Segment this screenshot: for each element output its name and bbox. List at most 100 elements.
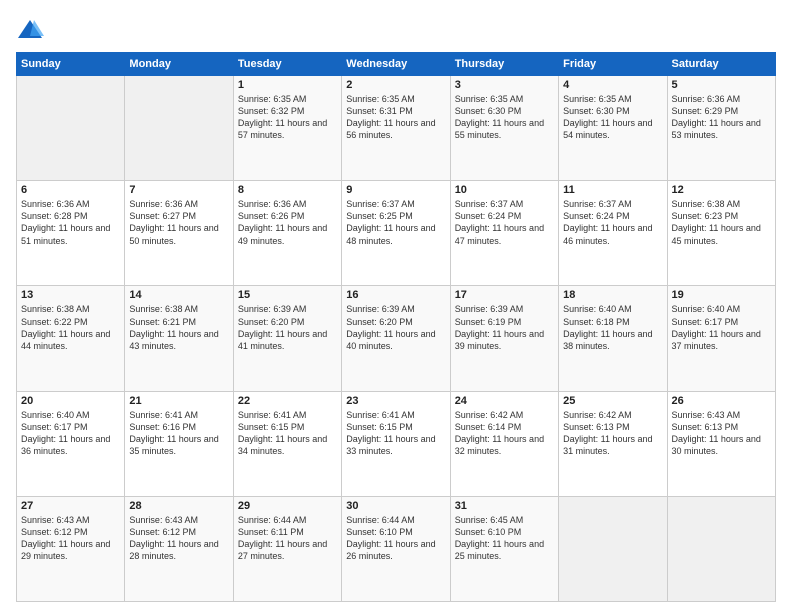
week-row-4: 20 Sunrise: 6:40 AMSunset: 6:17 PMDayligh… bbox=[17, 391, 776, 496]
day-cell: 22 Sunrise: 6:41 AMSunset: 6:15 PMDayligh… bbox=[233, 391, 341, 496]
day-cell bbox=[17, 76, 125, 181]
day-info: Sunrise: 6:36 AMSunset: 6:29 PMDaylight:… bbox=[672, 93, 771, 142]
day-cell: 1 Sunrise: 6:35 AMSunset: 6:32 PMDaylight… bbox=[233, 76, 341, 181]
day-number: 31 bbox=[455, 500, 554, 512]
day-info: Sunrise: 6:35 AMSunset: 6:32 PMDaylight:… bbox=[238, 93, 337, 142]
day-cell: 23Sunrise: 6:41 AMSunset: 6:15 PMDayligh… bbox=[342, 391, 450, 496]
day-info: Sunrise: 6:41 AMSunset: 6:16 PMDaylight:… bbox=[129, 409, 228, 458]
day-number: 18 bbox=[563, 289, 662, 301]
logo-icon bbox=[16, 16, 44, 44]
day-cell: 9 Sunrise: 6:37 AMSunset: 6:25 PMDaylight… bbox=[342, 181, 450, 286]
day-cell bbox=[125, 76, 233, 181]
day-number: 8 bbox=[238, 184, 337, 196]
day-cell: 17Sunrise: 6:39 AMSunset: 6:19 PMDayligh… bbox=[450, 286, 558, 391]
week-row-1: 1 Sunrise: 6:35 AMSunset: 6:32 PMDaylight… bbox=[17, 76, 776, 181]
day-cell: 26Sunrise: 6:43 AMSunset: 6:13 PMDayligh… bbox=[667, 391, 775, 496]
day-number: 5 bbox=[672, 79, 771, 91]
day-cell: 13 Sunrise: 6:38 AMSunset: 6:22 PMDayligh… bbox=[17, 286, 125, 391]
day-info: Sunrise: 6:43 AMSunset: 6:12 PMDaylight:… bbox=[129, 514, 228, 563]
col-header-wednesday: Wednesday bbox=[342, 53, 450, 76]
day-cell: 12 Sunrise: 6:38 AMSunset: 6:23 PMDayligh… bbox=[667, 181, 775, 286]
day-cell: 5 Sunrise: 6:36 AMSunset: 6:29 PMDaylight… bbox=[667, 76, 775, 181]
day-info: Sunrise: 6:40 AMSunset: 6:17 PMDaylight:… bbox=[672, 303, 771, 352]
day-cell: 10 Sunrise: 6:37 AMSunset: 6:24 PMDayligh… bbox=[450, 181, 558, 286]
day-number: 4 bbox=[563, 79, 662, 91]
day-info: Sunrise: 6:39 AMSunset: 6:20 PMDaylight:… bbox=[346, 303, 445, 352]
day-cell: 25 Sunrise: 6:42 AMSunset: 6:13 PMDayligh… bbox=[559, 391, 667, 496]
day-number: 13 bbox=[21, 289, 120, 301]
day-number: 27 bbox=[21, 500, 120, 512]
day-info: Sunrise: 6:42 AMSunset: 6:14 PMDaylight:… bbox=[455, 409, 554, 458]
day-cell bbox=[559, 496, 667, 601]
day-info: Sunrise: 6:35 AMSunset: 6:31 PMDaylight:… bbox=[346, 93, 445, 142]
day-number: 21 bbox=[129, 395, 228, 407]
day-number: 20 bbox=[21, 395, 120, 407]
day-number: 15 bbox=[238, 289, 337, 301]
day-cell: 3 Sunrise: 6:35 AMSunset: 6:30 PMDaylight… bbox=[450, 76, 558, 181]
day-number: 3 bbox=[455, 79, 554, 91]
day-number: 1 bbox=[238, 79, 337, 91]
day-number: 11 bbox=[563, 184, 662, 196]
day-number: 30 bbox=[346, 500, 445, 512]
day-number: 10 bbox=[455, 184, 554, 196]
day-number: 25 bbox=[563, 395, 662, 407]
header bbox=[16, 16, 776, 44]
logo bbox=[16, 16, 48, 44]
day-number: 7 bbox=[129, 184, 228, 196]
day-info: Sunrise: 6:44 AMSunset: 6:10 PMDaylight:… bbox=[346, 514, 445, 563]
week-row-5: 27 Sunrise: 6:43 AMSunset: 6:12 PMDayligh… bbox=[17, 496, 776, 601]
day-number: 14 bbox=[129, 289, 228, 301]
day-number: 16 bbox=[346, 289, 445, 301]
col-header-friday: Friday bbox=[559, 53, 667, 76]
day-info: Sunrise: 6:36 AMSunset: 6:26 PMDaylight:… bbox=[238, 198, 337, 247]
day-info: Sunrise: 6:42 AMSunset: 6:13 PMDaylight:… bbox=[563, 409, 662, 458]
day-cell: 14 Sunrise: 6:38 AMSunset: 6:21 PMDayligh… bbox=[125, 286, 233, 391]
col-header-tuesday: Tuesday bbox=[233, 53, 341, 76]
day-cell: 15 Sunrise: 6:39 AMSunset: 6:20 PMDayligh… bbox=[233, 286, 341, 391]
day-cell: 21 Sunrise: 6:41 AMSunset: 6:16 PMDayligh… bbox=[125, 391, 233, 496]
day-cell: 8 Sunrise: 6:36 AMSunset: 6:26 PMDaylight… bbox=[233, 181, 341, 286]
day-info: Sunrise: 6:39 AMSunset: 6:19 PMDaylight:… bbox=[455, 303, 554, 352]
day-number: 12 bbox=[672, 184, 771, 196]
day-cell: 11 Sunrise: 6:37 AMSunset: 6:24 PMDayligh… bbox=[559, 181, 667, 286]
day-info: Sunrise: 6:43 AMSunset: 6:12 PMDaylight:… bbox=[21, 514, 120, 563]
day-number: 6 bbox=[21, 184, 120, 196]
day-info: Sunrise: 6:37 AMSunset: 6:24 PMDaylight:… bbox=[455, 198, 554, 247]
day-info: Sunrise: 6:38 AMSunset: 6:22 PMDaylight:… bbox=[21, 303, 120, 352]
day-cell: 7 Sunrise: 6:36 AMSunset: 6:27 PMDaylight… bbox=[125, 181, 233, 286]
day-info: Sunrise: 6:37 AMSunset: 6:24 PMDaylight:… bbox=[563, 198, 662, 247]
page: SundayMondayTuesdayWednesdayThursdayFrid… bbox=[0, 0, 792, 612]
day-info: Sunrise: 6:36 AMSunset: 6:28 PMDaylight:… bbox=[21, 198, 120, 247]
day-info: Sunrise: 6:40 AMSunset: 6:17 PMDaylight:… bbox=[21, 409, 120, 458]
day-number: 22 bbox=[238, 395, 337, 407]
day-number: 24 bbox=[455, 395, 554, 407]
header-row: SundayMondayTuesdayWednesdayThursdayFrid… bbox=[17, 53, 776, 76]
day-info: Sunrise: 6:39 AMSunset: 6:20 PMDaylight:… bbox=[238, 303, 337, 352]
day-info: Sunrise: 6:38 AMSunset: 6:23 PMDaylight:… bbox=[672, 198, 771, 247]
day-cell: 29Sunrise: 6:44 AMSunset: 6:11 PMDayligh… bbox=[233, 496, 341, 601]
day-info: Sunrise: 6:38 AMSunset: 6:21 PMDaylight:… bbox=[129, 303, 228, 352]
day-number: 28 bbox=[129, 500, 228, 512]
day-cell: 27 Sunrise: 6:43 AMSunset: 6:12 PMDayligh… bbox=[17, 496, 125, 601]
col-header-thursday: Thursday bbox=[450, 53, 558, 76]
day-info: Sunrise: 6:35 AMSunset: 6:30 PMDaylight:… bbox=[455, 93, 554, 142]
col-header-saturday: Saturday bbox=[667, 53, 775, 76]
day-cell: 31 Sunrise: 6:45 AMSunset: 6:10 PMDayligh… bbox=[450, 496, 558, 601]
day-info: Sunrise: 6:40 AMSunset: 6:18 PMDaylight:… bbox=[563, 303, 662, 352]
day-number: 2 bbox=[346, 79, 445, 91]
day-number: 23 bbox=[346, 395, 445, 407]
day-info: Sunrise: 6:41 AMSunset: 6:15 PMDaylight:… bbox=[238, 409, 337, 458]
day-cell bbox=[667, 496, 775, 601]
day-cell: 20 Sunrise: 6:40 AMSunset: 6:17 PMDayligh… bbox=[17, 391, 125, 496]
day-number: 26 bbox=[672, 395, 771, 407]
day-info: Sunrise: 6:45 AMSunset: 6:10 PMDaylight:… bbox=[455, 514, 554, 563]
day-cell: 24 Sunrise: 6:42 AMSunset: 6:14 PMDayligh… bbox=[450, 391, 558, 496]
col-header-monday: Monday bbox=[125, 53, 233, 76]
week-row-2: 6 Sunrise: 6:36 AMSunset: 6:28 PMDaylight… bbox=[17, 181, 776, 286]
day-info: Sunrise: 6:44 AMSunset: 6:11 PMDaylight:… bbox=[238, 514, 337, 563]
col-header-sunday: Sunday bbox=[17, 53, 125, 76]
day-info: Sunrise: 6:37 AMSunset: 6:25 PMDaylight:… bbox=[346, 198, 445, 247]
week-row-3: 13 Sunrise: 6:38 AMSunset: 6:22 PMDayligh… bbox=[17, 286, 776, 391]
day-number: 9 bbox=[346, 184, 445, 196]
day-info: Sunrise: 6:36 AMSunset: 6:27 PMDaylight:… bbox=[129, 198, 228, 247]
